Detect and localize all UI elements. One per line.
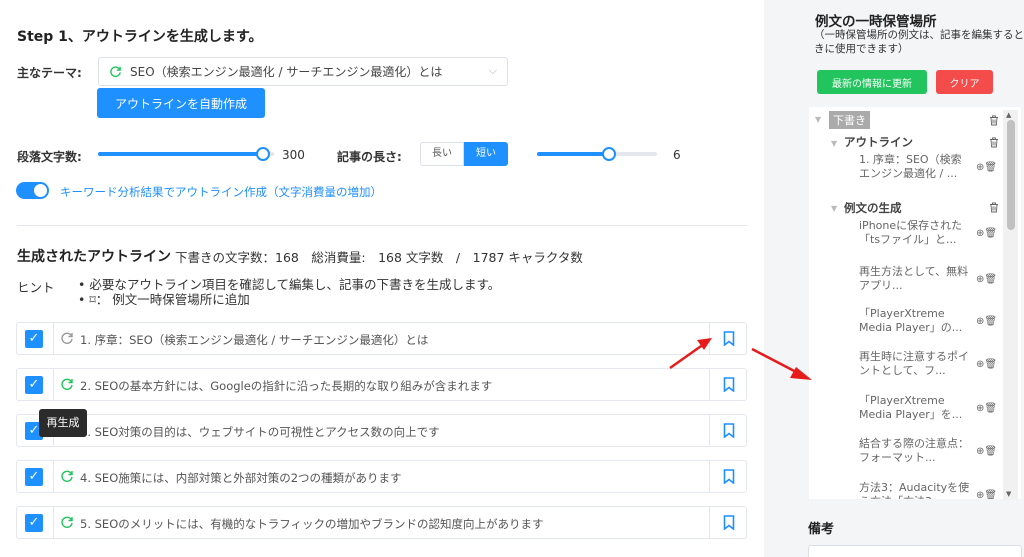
caret-down-icon[interactable]: ▼	[831, 139, 837, 148]
trash-icon[interactable]	[989, 202, 999, 213]
divider	[17, 225, 747, 226]
tree-leaf[interactable]: 結合する際の注意点：フォーマット...	[859, 437, 971, 465]
tree-node-outline[interactable]: アウトライン	[844, 134, 913, 150]
tree-leaf[interactable]: 再生方法として、無料アプリ...	[859, 265, 971, 293]
outline-row: ✓ 3. SEO対策の目的は、ウェブサイトの可視性とアクセス数の向上です	[16, 414, 747, 447]
outline-row: ✓ 5. SEOのメリットには、有機的なトラフィックの増加やブランドの認知度向上が…	[16, 506, 747, 539]
divider	[53, 369, 54, 400]
slider-handle[interactable]	[256, 147, 271, 161]
scroll-down-icon[interactable]: ▼	[1006, 490, 1011, 498]
bookmark-icon	[723, 331, 735, 346]
tree-leaf[interactable]: 「PlayerXtreme Media Player」を...	[859, 394, 971, 422]
caret-down-icon[interactable]: ▼	[831, 204, 837, 213]
add-icon[interactable]: ⊕🗑	[976, 316, 997, 327]
add-icon[interactable]: ⊕🗑	[976, 274, 997, 285]
refresh-icon[interactable]	[60, 331, 74, 345]
keyword-analysis-toggle[interactable]	[16, 182, 49, 199]
paragraph-length-slider[interactable]	[98, 147, 274, 161]
bookmark-icon	[723, 469, 735, 484]
check-icon[interactable]: ✓	[25, 514, 43, 532]
theme-select[interactable]: SEO（検索エンジン最適化 / サーチエンジン最適化）とは ⌵	[98, 57, 508, 86]
length-option-long[interactable]: 長い	[420, 142, 464, 166]
tree-scrollbar-thumb[interactable]	[1007, 120, 1015, 230]
bookmark-icon	[723, 423, 735, 438]
outline-row-text[interactable]: 3. SEO対策の目的は、ウェブサイトの可視性とアクセス数の向上です	[80, 424, 440, 440]
slider-fill	[537, 152, 609, 156]
check-icon[interactable]: ✓	[25, 376, 43, 394]
step-title: Step 1、アウトラインを生成します。	[17, 29, 263, 45]
paragraph-length-value: 300	[282, 148, 305, 162]
outline-row: ✓ 4. SEO施策には、内部対策と外部対策の2つの種類があります	[16, 460, 747, 493]
hint-list: 必要なアウトライン項目を確認して編集し、記事の下書きを生成します。 ⌑： 例文一…	[78, 277, 500, 307]
memo-label: 備考	[808, 522, 835, 537]
bookmark-button[interactable]	[709, 507, 746, 538]
bookmark-button[interactable]	[709, 461, 746, 492]
generated-outline-stats: 下書きの文字数：168 総消費量: 168 文字数 / 1787 キャラクタ数	[175, 250, 583, 265]
theme-label: 主なテーマ:	[17, 66, 82, 80]
hint-item: 必要なアウトライン項目を確認して編集し、記事の下書きを生成します。	[78, 277, 500, 292]
refresh-icon	[110, 66, 121, 78]
temp-storage-tree: ▼ 下書き ▼ アウトライン 1. 序章：SEO（検索エンジン最適化 / ...…	[809, 107, 1021, 499]
divider	[53, 323, 54, 354]
temp-storage-description: （一時保管場所の例文は、記事を編集するときに使用できます）	[814, 29, 1024, 55]
outline-row: ✓ 2. SEOの基本方針には、Googleの指針に沿った長期的な取り組みが含まれ…	[16, 368, 747, 401]
scroll-up-icon[interactable]: ▲	[1006, 111, 1011, 119]
tree-leaf[interactable]: 1. 序章：SEO（検索エンジン最適化 / ...	[859, 153, 971, 181]
outline-row-text[interactable]: 2. SEOの基本方針には、Googleの指針に沿った長期的な取り組みが含まれま…	[80, 378, 492, 394]
outline-row-text[interactable]: 4. SEO施策には、内部対策と外部対策の2つの種類があります	[80, 470, 402, 486]
section-count-slider[interactable]	[537, 147, 657, 161]
bookmark-button[interactable]	[709, 415, 746, 446]
refresh-icon[interactable]	[60, 377, 74, 391]
temp-storage-panel: 例文の一時保管場所 （一時保管場所の例文は、記事を編集するときに使用できます） …	[800, 0, 1024, 557]
add-icon[interactable]: ⊕🗑	[976, 359, 997, 370]
section-count-value: 6	[673, 148, 681, 162]
tree-leaf[interactable]: 方法3：Audacityを使う方法「方法3」	[859, 481, 971, 499]
tree-leaf[interactable]: 「PlayerXtreme Media Player」の...	[859, 307, 971, 335]
divider	[53, 507, 54, 538]
chevron-down-icon: ⌵	[488, 64, 497, 77]
bookmark-button[interactable]	[709, 323, 746, 354]
tree-leaf[interactable]: 再生時に注意するポイントとして、フ...	[859, 350, 971, 378]
tree-leaf[interactable]: iPhoneに保存された「tsファイル」と...	[859, 219, 971, 247]
bookmark-icon	[723, 377, 735, 392]
outline-row: ✓ 1. 序章：SEO（検索エンジン最適化 / サーチエンジン最適化）とは	[16, 322, 747, 355]
divider	[53, 461, 54, 492]
caret-down-icon[interactable]: ▼	[815, 115, 821, 124]
tree-node-examples[interactable]: 例文の生成	[844, 200, 902, 216]
length-option-short[interactable]: 短い	[464, 142, 508, 166]
slider-fill	[98, 152, 264, 156]
refresh-icon[interactable]	[60, 515, 74, 529]
bookmark-icon	[723, 515, 735, 530]
trash-icon[interactable]	[989, 137, 999, 148]
add-icon[interactable]: ⊕🗑	[976, 228, 997, 239]
add-icon[interactable]: ⊕🗑	[976, 162, 997, 173]
main-panel: Step 1、アウトラインを生成します。 主なテーマ: SEO（検索エンジン最適…	[0, 0, 764, 557]
hint-label: ヒント	[17, 280, 55, 295]
generated-outline-title: 生成されたアウトライン	[17, 249, 171, 265]
trash-icon[interactable]	[989, 115, 999, 126]
slider-handle[interactable]	[602, 147, 616, 161]
outline-row-text[interactable]: 1. 序章：SEO（検索エンジン最適化 / サーチエンジン最適化）とは	[80, 332, 428, 348]
article-length-label: 記事の長さ:	[337, 150, 402, 164]
outline-row-text[interactable]: 5. SEOのメリットには、有機的なトラフィックの増加やブランドの認知度向上があ…	[80, 516, 544, 532]
add-icon[interactable]: ⊕🗑	[976, 490, 997, 499]
add-icon[interactable]: ⊕🗑	[976, 403, 997, 414]
paragraph-length-label: 段落文字数:	[17, 150, 82, 164]
bookmark-button[interactable]	[709, 369, 746, 400]
check-icon[interactable]: ✓	[25, 468, 43, 486]
refresh-icon[interactable]	[60, 469, 74, 483]
temp-storage-title: 例文の一時保管場所	[815, 14, 937, 30]
memo-input[interactable]	[808, 545, 1022, 557]
theme-value: SEO（検索エンジン最適化 / サーチエンジン最適化）とは	[130, 65, 443, 79]
keyword-analysis-label: キーワード分析結果でアウトライン作成（文字消費量の増加）	[60, 185, 382, 199]
hint-item: ⌑： 例文一時保管場所に追加	[78, 292, 500, 307]
check-icon[interactable]: ✓	[25, 330, 43, 348]
auto-outline-button[interactable]: アウトラインを自動作成	[97, 88, 265, 118]
tree-root-draft[interactable]: 下書き	[829, 111, 870, 129]
add-icon[interactable]: ⊕🗑	[976, 446, 997, 457]
article-length-toggle[interactable]: 長い 短い	[420, 142, 508, 166]
clear-button[interactable]: クリア	[936, 70, 993, 94]
regenerate-tooltip: 再生成	[39, 409, 87, 437]
refresh-button[interactable]: 最新の情報に更新	[817, 70, 927, 94]
